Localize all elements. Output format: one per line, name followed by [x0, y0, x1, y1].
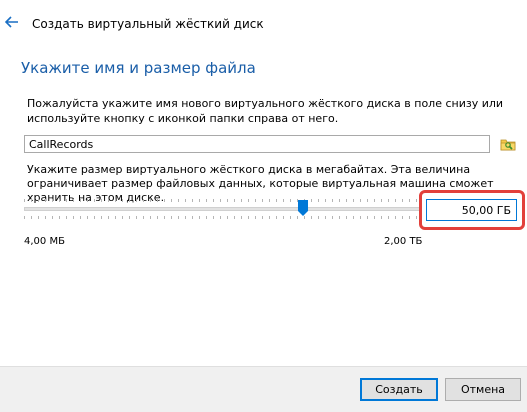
size-slider[interactable] [24, 196, 420, 224]
back-button[interactable] [4, 14, 20, 30]
button-bar: Создать Отмена [0, 366, 527, 412]
size-input[interactable] [426, 199, 517, 221]
file-name-input[interactable] [24, 135, 490, 153]
page-title: Укажите имя и размер файла [21, 59, 256, 77]
wizard-header: Создать виртуальный жёсткий диск [0, 0, 527, 44]
slider-ticks-bottom [24, 216, 420, 219]
arrow-left-icon [5, 16, 18, 28]
name-description: Пожалуйста укажите имя нового виртуально… [27, 97, 504, 125]
window-title: Создать виртуальный жёсткий диск [32, 17, 264, 31]
cancel-button[interactable]: Отмена [445, 378, 521, 401]
slider-min-label: 4,00 МБ [24, 236, 65, 247]
folder-browse-icon [500, 139, 516, 151]
choose-location-button[interactable] [498, 134, 518, 154]
slider-ticks-top [24, 199, 420, 202]
slider-max-label: 2,00 ТБ [384, 236, 423, 247]
slider-thumb[interactable] [298, 200, 309, 216]
slider-track [24, 207, 420, 211]
create-button[interactable]: Создать [360, 378, 438, 401]
